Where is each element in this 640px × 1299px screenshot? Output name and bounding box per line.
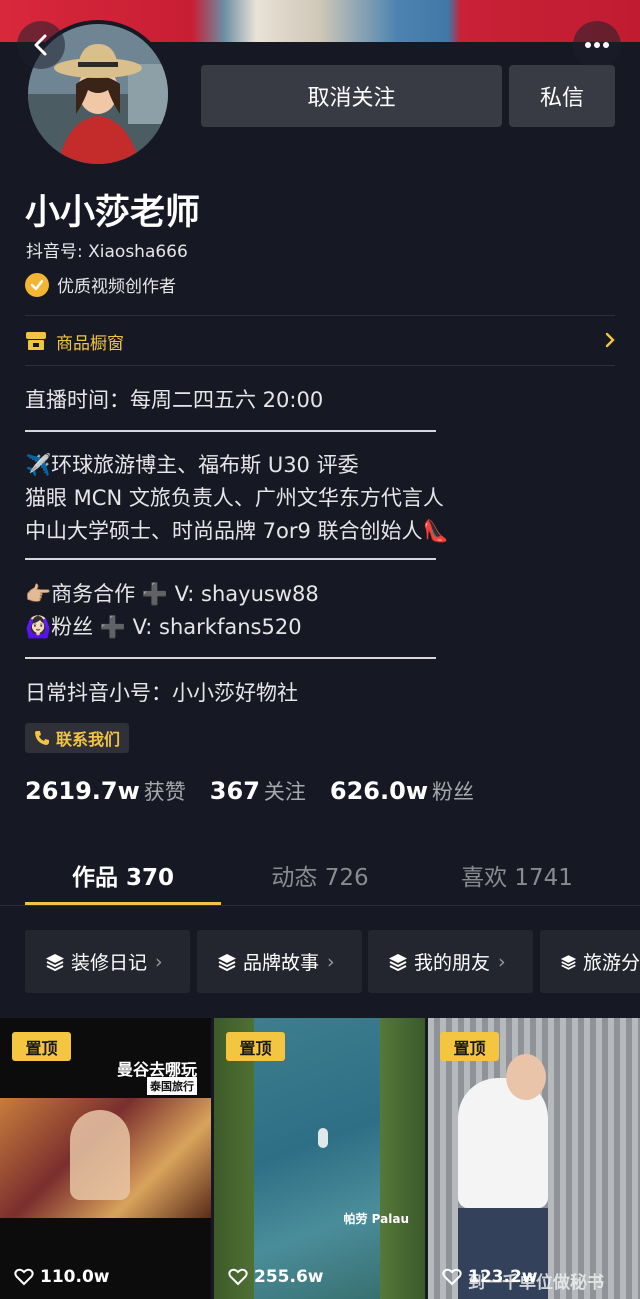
bio-business-contact: 👉🏼商务合作 ➕ V: shayusw88 — [25, 582, 319, 606]
chevron-right-icon — [605, 332, 615, 348]
bio-alt-account: 日常抖音小号：小小莎好物社 — [25, 681, 298, 705]
video-likes: 123.2w — [442, 1267, 537, 1287]
collection-label: 旅游分 — [582, 952, 640, 974]
layers-icon — [389, 953, 407, 971]
chevron-right-icon: › — [327, 950, 335, 973]
bio-line: ✈️环球旅游博主、福布斯 U30 评委 — [25, 453, 359, 477]
divider — [0, 905, 640, 906]
verified-check-icon — [25, 272, 49, 297]
bio-fans-contact: 🙆🏻‍♀️粉丝 ➕ V: sharkfans520 — [25, 615, 302, 639]
douyin-id: 抖音号: Xiaosha666 — [26, 242, 188, 262]
heart-icon — [442, 1268, 462, 1286]
heart-icon — [14, 1268, 34, 1286]
pinned-badge: 置顶 — [226, 1032, 285, 1061]
video-likes: 110.0w — [14, 1267, 109, 1287]
bio-line: 猫眼 MCN 文旅负责人、广州文华东方代言人 — [25, 486, 444, 510]
tab-liked[interactable]: 喜欢 1741 — [419, 858, 615, 892]
message-button[interactable]: 私信 — [509, 65, 615, 127]
collection-chip[interactable]: 旅游分 — [540, 930, 640, 993]
followers-count[interactable]: 626.0w — [330, 777, 428, 805]
video-caption: 帕劳 Palau — [343, 1212, 409, 1226]
contact-us-label: 联系我们 — [56, 730, 121, 749]
verified-badge: 优质视频创作者 — [25, 272, 176, 297]
collection-chip[interactable]: 品牌故事 › — [197, 930, 362, 993]
video-likes-count: 123.2w — [468, 1267, 538, 1287]
layers-icon — [560, 954, 577, 970]
bio-separator — [25, 558, 436, 560]
unfollow-button[interactable]: 取消关注 — [201, 65, 502, 127]
shop-icon — [26, 332, 46, 350]
contact-us-button[interactable]: 联系我们 — [25, 723, 130, 753]
back-button[interactable] — [17, 21, 65, 69]
back-icon — [34, 34, 47, 56]
pinned-badge: 置顶 — [12, 1032, 71, 1061]
phone-icon — [35, 731, 49, 745]
bio-line: 中山大学硕士、时尚品牌 7or9 联合创始人👠 — [25, 519, 449, 543]
collection-label: 品牌故事 — [243, 952, 320, 974]
verified-label: 优质视频创作者 — [57, 277, 176, 297]
shop-window-link[interactable]: 商品橱窗 — [25, 324, 615, 358]
following-label[interactable]: 关注 — [264, 776, 306, 806]
video-subtitle: 泰国旅行 — [147, 1077, 197, 1095]
chevron-right-icon: › — [155, 950, 163, 973]
profile-tabs: 作品 370 动态 726 喜欢 1741 — [0, 852, 640, 906]
tab-works[interactable]: 作品 370 — [25, 858, 221, 892]
profile-name: 小小莎老师 — [25, 193, 201, 233]
bio-separator — [25, 430, 436, 432]
divider — [25, 365, 615, 366]
collection-chip[interactable]: 装修日记 › — [25, 930, 190, 993]
video-thumbnail[interactable]: 到一千单位做秘书 置顶 123.2w — [428, 1018, 640, 1299]
collection-label: 装修日记 — [71, 952, 148, 974]
video-thumbnail[interactable]: 曼谷去哪玩 泰国旅行 置顶 110.0w — [0, 1018, 211, 1299]
profile-stats: 2619.7w 获赞 367 关注 626.0w 粉丝 — [25, 776, 498, 806]
heart-icon — [228, 1268, 248, 1286]
following-count[interactable]: 367 — [210, 777, 260, 805]
bio-live-time: 直播时间：每周二四五六 20:00 — [25, 388, 324, 412]
more-button[interactable] — [573, 21, 621, 69]
shop-label: 商品橱窗 — [56, 333, 124, 354]
video-likes-count: 110.0w — [40, 1267, 110, 1287]
more-icon — [585, 42, 609, 48]
layers-icon — [218, 953, 236, 971]
layers-icon — [46, 953, 64, 971]
video-likes: 255.6w — [228, 1267, 323, 1287]
bio-separator — [25, 657, 436, 659]
collection-label: 我的朋友 — [414, 952, 491, 974]
likes-label: 获赞 — [143, 780, 186, 804]
collection-chip[interactable]: 我的朋友 › — [368, 930, 533, 993]
pinned-badge: 置顶 — [440, 1032, 499, 1061]
video-likes-count: 255.6w — [254, 1267, 324, 1287]
chevron-right-icon: › — [498, 950, 506, 973]
followers-label[interactable]: 粉丝 — [432, 776, 474, 806]
video-thumbnail[interactable]: 帕劳 Palau 置顶 255.6w — [214, 1018, 425, 1299]
tab-activity[interactable]: 动态 726 — [222, 858, 418, 892]
likes-count: 2619.7w — [25, 777, 140, 805]
divider — [25, 315, 615, 316]
